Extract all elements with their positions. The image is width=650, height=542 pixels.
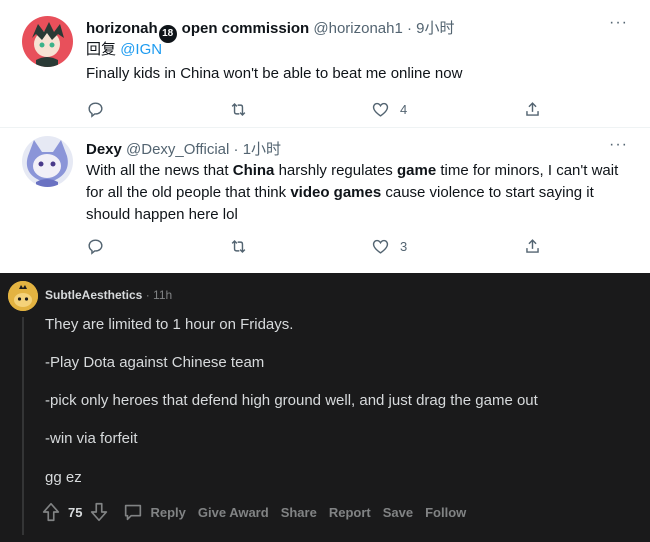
text-part: With all the news that [86,162,233,179]
like-button[interactable]: 3 [371,237,407,256]
share-button[interactable] [523,100,542,119]
comment-actions: 75 Reply Give Award Share Report Save Fo… [40,499,478,525]
follow-button[interactable]: Follow [425,505,466,520]
tweet-actions: 4 [86,100,556,122]
handle[interactable]: @horizonah1 [313,20,402,37]
separator: · [142,288,154,302]
handle[interactable]: @Dexy_Official [126,141,229,158]
retweet-icon [231,239,246,254]
reply-label: Reply [150,504,186,520]
display-name[interactable]: horizonah [86,20,158,37]
retweet-button[interactable] [229,237,248,256]
retweet-button[interactable] [229,100,248,119]
separator: · [229,141,243,158]
tweet[interactable]: horizonah 18 open commission @horizonah1 ·… [0,0,650,132]
thread-line[interactable] [22,317,24,535]
downvote-arrow-icon [91,502,108,522]
vote-score: 75 [68,504,83,520]
comment-bubble-icon [125,504,142,521]
reply-button[interactable] [86,237,105,256]
give-award-button[interactable]: Give Award [198,505,269,520]
comment-paragraph: -win via forfeit [45,430,138,447]
avatar[interactable] [22,16,73,67]
reply-button[interactable] [86,100,105,119]
mention-link[interactable]: @IGN [120,41,162,58]
tweet[interactable]: Dexy @Dexy_Official · 1小时 ··· With all t… [0,128,650,273]
heart-icon [372,239,389,254]
reply-context: 回复 @IGN [86,39,620,61]
username[interactable]: SubtleAesthetics [45,288,142,302]
downvote-button[interactable] [88,501,110,523]
text-highlight: video games [290,184,382,201]
comment-header: SubtleAesthetics · 11h [45,288,172,302]
timestamp[interactable]: 11h [153,288,172,302]
avatar[interactable] [8,281,38,311]
retweet-icon [231,102,246,117]
text-part: harshly regulates [274,162,397,179]
avatar[interactable] [22,136,73,187]
comment-paragraph: -Play Dota against Chinese team [45,354,265,371]
text-highlight: China [232,162,275,179]
comment-paragraph: gg ez [45,469,82,486]
upvote-button[interactable] [40,501,62,523]
more-options-icon[interactable]: ··· [609,136,628,154]
reply-prefix: 回复 [86,41,117,58]
share-icon [526,239,539,253]
upvote-arrow-icon [42,502,60,522]
reply-icon [88,102,103,118]
tweet-header: Dexy @Dexy_Official · 1小时 [86,138,281,159]
like-button[interactable]: 4 [371,100,407,119]
like-count: 3 [400,239,408,254]
like-count: 4 [400,102,408,117]
text-highlight: game [396,162,437,179]
comment-paragraph: -pick only heroes that defend high groun… [45,392,538,409]
more-options-icon[interactable]: ··· [609,14,628,32]
tweet-text: With all the news that China harshly reg… [86,160,620,226]
tweet-actions: 3 [86,237,556,259]
tweet-text: Finally kids in China won't be able to b… [86,65,463,82]
reddit-comment: SubtleAesthetics · 11h They are limited … [0,273,650,542]
report-button[interactable]: Report [329,505,371,520]
save-button[interactable]: Save [383,505,413,520]
share-icon [526,102,539,116]
separator: · [402,20,417,37]
share-button[interactable] [523,237,542,256]
timestamp[interactable]: 1小时 [243,141,281,158]
display-name[interactable]: Dexy [86,141,122,158]
share-button[interactable]: Share [281,505,317,520]
name-suffix[interactable]: open commission [182,20,310,37]
twitter-thread: horizonah 18 open commission @horizonah1 ·… [0,0,650,273]
comment-paragraph: They are limited to 1 hour on Fridays. [45,316,294,333]
heart-icon [372,102,389,117]
reply-icon [88,239,103,255]
timestamp[interactable]: 9小时 [416,20,454,37]
reply-button[interactable]: Reply [122,501,186,523]
